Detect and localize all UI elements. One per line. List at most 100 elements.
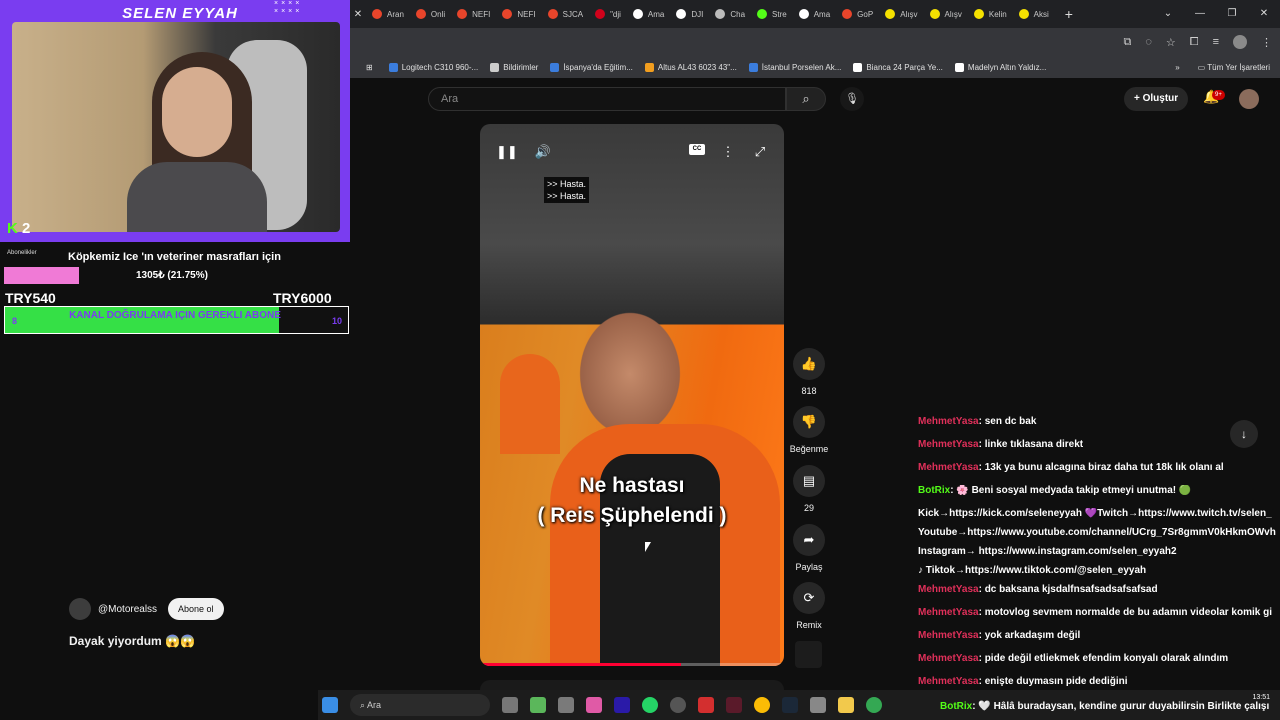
app-dark-icon[interactable]: [726, 697, 742, 713]
chrome-icon[interactable]: [754, 697, 770, 713]
browser-tab[interactable]: Kelin: [968, 0, 1013, 28]
account-avatar[interactable]: [1239, 89, 1259, 109]
calculator-icon[interactable]: [558, 697, 574, 713]
steam-icon[interactable]: [782, 697, 798, 713]
fullscreen-icon[interactable]: ⤢: [750, 142, 770, 162]
close-window-icon[interactable]: ✕: [1248, 0, 1280, 28]
tab-label: Cha: [730, 9, 746, 19]
chevron-down-icon[interactable]: ⌄: [1152, 0, 1184, 28]
remix-button[interactable]: ⟳ Remix: [788, 582, 830, 630]
minimize-icon[interactable]: —: [1184, 0, 1216, 28]
star-icon[interactable]: ☆: [1166, 36, 1176, 49]
obs-icon[interactable]: [670, 697, 686, 713]
tab-label: NEFI: [472, 9, 491, 19]
windows-start-icon[interactable]: [322, 697, 338, 713]
tab-label: Alışv: [900, 9, 918, 19]
mic-icon[interactable]: 🎙: [840, 87, 864, 111]
cc-button[interactable]: CC: [689, 144, 705, 155]
bookmark-item[interactable]: İstanbul Porselen Ak...: [743, 62, 848, 72]
new-tab-button[interactable]: +: [1055, 6, 1083, 22]
bookmark-item[interactable]: İspanya'da Eğitim...: [544, 62, 639, 72]
tab-favicon-icon: [885, 9, 896, 19]
bookmark-item[interactable]: Bildirimler: [484, 62, 544, 72]
browser-tab[interactable]: Ama: [793, 0, 836, 28]
create-button[interactable]: + Oluştur: [1124, 87, 1189, 111]
browser-tab[interactable]: Cha: [709, 0, 751, 28]
browser-tab[interactable]: NEFI: [496, 0, 541, 28]
chat-text: : motovlog sevmem normalde de bu adamın …: [978, 607, 1272, 618]
chrome-alt-icon[interactable]: [866, 697, 882, 713]
short-video[interactable]: ❚❚ 🔊 CC ⋮ ⤢ >> Hasta. >> Hasta. Ne hastas…: [480, 124, 784, 666]
sound-thumbnail[interactable]: [795, 641, 822, 668]
xbox-icon[interactable]: [530, 697, 546, 713]
commenter-avatar[interactable]: [69, 598, 91, 620]
apps-icon[interactable]: ⊞: [360, 63, 379, 72]
chat-username[interactable]: MehmetYasa: [918, 462, 979, 473]
browser-tab[interactable]: "dji: [589, 0, 627, 28]
screen: SELEN EYYAH ×××× ×××× K 2 Abonelikler Köp…: [0, 0, 1280, 720]
profile-avatar[interactable]: [1233, 35, 1247, 49]
tab-label: SJCA: [562, 9, 584, 19]
browser-tab[interactable]: NEFI: [451, 0, 496, 28]
task-view-icon[interactable]: [502, 697, 518, 713]
like-button[interactable]: 👍 818: [788, 348, 830, 396]
search-input[interactable]: Ara: [428, 87, 786, 111]
share-button[interactable]: ➦ Paylaş: [788, 524, 830, 572]
chat-last-line: BotRix: 🤍 Hâlâ buradaysan, kendine gurur…: [940, 701, 1270, 712]
browser-tab[interactable]: SJCA: [542, 0, 589, 28]
subscribe-button[interactable]: Abone ol: [168, 598, 224, 620]
browser-tab[interactable]: Ama: [627, 0, 670, 28]
comments-button[interactable]: ▤ 29: [788, 465, 830, 513]
bookmark-item[interactable]: Madelyn Altın Yaldız...: [949, 62, 1052, 72]
comment-icon: ▤: [793, 465, 825, 497]
whatsapp-icon[interactable]: [642, 697, 658, 713]
cast-icon[interactable]: ⧉: [1123, 36, 1131, 49]
folder-icon[interactable]: [838, 697, 854, 713]
bookmark-item[interactable]: Logitech C310 960-...: [383, 62, 485, 72]
clock[interactable]: 13:51: [1252, 694, 1270, 701]
browser-toolbar: ⧉ ◌ ☆ ⧠ ≡ ⋮: [350, 28, 1280, 56]
more-bookmarks-icon[interactable]: »: [1175, 63, 1179, 72]
browser-tab[interactable]: Stre: [751, 0, 793, 28]
bookmark-item[interactable]: Bianca 24 Parça Ye...: [847, 62, 949, 72]
tab-favicon-icon: [715, 9, 726, 19]
chat-username[interactable]: MehmetYasa: [918, 584, 979, 595]
browser-tab[interactable]: DJI: [670, 0, 709, 28]
chat-username[interactable]: BotRix: [918, 485, 950, 496]
bookmark-item[interactable]: Altus AL43 6023 43"...: [639, 62, 743, 72]
browser-tab[interactable]: Alışv: [924, 0, 968, 28]
close-icon[interactable]: ✕: [350, 9, 366, 20]
volume-icon[interactable]: 🔊: [533, 142, 553, 162]
taskbar-search[interactable]: ⌕ Ara: [350, 694, 490, 716]
all-bookmarks[interactable]: ▭ Tüm Yer İşaretleri: [1198, 63, 1270, 72]
browser-tab[interactable]: GoP: [836, 0, 879, 28]
eye-off-icon[interactable]: ◌: [1145, 36, 1152, 48]
commenter-handle[interactable]: @Motorealss: [98, 604, 157, 615]
chat-username[interactable]: MehmetYasa: [918, 416, 979, 427]
dislike-button[interactable]: 👎 Beğenme: [788, 406, 830, 454]
browser-tab[interactable]: Onli: [410, 0, 451, 28]
more-icon[interactable]: ⋮: [718, 142, 738, 162]
chat-username[interactable]: MehmetYasa: [918, 653, 979, 664]
app-icon[interactable]: [586, 697, 602, 713]
browser-tab[interactable]: Aksi: [1013, 0, 1055, 28]
chat-username[interactable]: MehmetYasa: [918, 630, 979, 641]
bookmark-icon: [388, 62, 398, 72]
chat-username[interactable]: MehmetYasa: [918, 439, 979, 450]
chat-username[interactable]: MehmetYasa: [918, 607, 979, 618]
menu-icon[interactable]: ⋮: [1261, 36, 1272, 49]
browser-tab[interactable]: Aran: [366, 0, 410, 28]
share-icon: ➦: [793, 524, 825, 556]
search-icon[interactable]: ⌕: [786, 87, 826, 111]
pause-icon[interactable]: ❚❚: [496, 142, 518, 162]
app-red-icon[interactable]: [698, 697, 714, 713]
browser-tab[interactable]: Alışv: [879, 0, 923, 28]
premiere-icon[interactable]: [614, 697, 630, 713]
extensions-icon[interactable]: ⧠: [1190, 36, 1199, 49]
video-progress-bar[interactable]: [480, 663, 784, 666]
restore-icon[interactable]: ❐: [1216, 0, 1248, 28]
webcam-frame: SELEN EYYAH ×××× ×××× K 2: [0, 0, 350, 242]
settings-icon[interactable]: [810, 697, 826, 713]
media-icon[interactable]: ≡: [1213, 36, 1219, 48]
chat-username[interactable]: MehmetYasa: [918, 676, 979, 687]
